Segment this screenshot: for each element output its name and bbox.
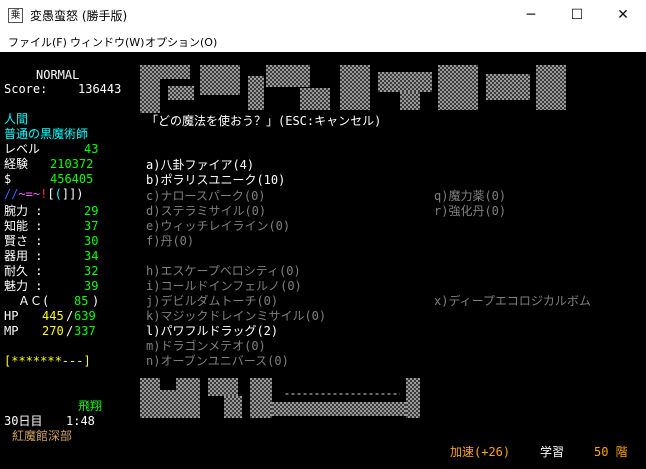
day-counter: 30日目 bbox=[4, 414, 43, 428]
class: 普通の黒魔術師 bbox=[4, 127, 89, 141]
mp-label: MP bbox=[4, 324, 19, 338]
spell-b[interactable]: b)ポラリスユニーク(10) bbox=[146, 173, 285, 187]
map-wall bbox=[300, 88, 330, 110]
game-terminal: NORMAL Score: 136443 人間 普通の黒魔術師 レベル 43 経… bbox=[0, 52, 646, 469]
game-time: 1:48 bbox=[66, 414, 95, 428]
map-wall bbox=[208, 378, 238, 396]
stat-label-dex: 器用 : bbox=[4, 249, 43, 263]
mp-max: 337 bbox=[74, 324, 96, 338]
menu-options[interactable]: オプション(O) bbox=[145, 34, 217, 50]
hp-max: 639 bbox=[74, 309, 96, 323]
difficulty: NORMAL bbox=[36, 68, 80, 82]
map-wall bbox=[340, 65, 370, 110]
spell-c[interactable]: c)ナロースパーク(0) bbox=[146, 189, 266, 203]
map-wall bbox=[140, 378, 160, 418]
stat-label-con: 耐久 : bbox=[4, 264, 43, 278]
exp-value: 210372 bbox=[50, 157, 94, 171]
stat-label-wis: 賢さ : bbox=[4, 234, 43, 248]
stat-label-str: 腕力 : bbox=[4, 204, 43, 218]
gold-label: $ bbox=[4, 172, 12, 186]
stat-value-wis: 30 bbox=[84, 234, 99, 248]
location-name: 紅魔館深部 bbox=[12, 429, 73, 443]
map-wall bbox=[168, 86, 194, 100]
map-wall bbox=[378, 72, 432, 92]
study-status: 学習 bbox=[540, 445, 565, 459]
spell-prompt: 「どの魔法を使おう？」(ESC:キャンセル) bbox=[146, 114, 382, 128]
spell-a[interactable]: a)八卦ファイア(4) bbox=[146, 158, 254, 172]
map-wall bbox=[438, 65, 478, 110]
map-wall bbox=[272, 402, 418, 416]
maximize-button[interactable]: ☐ bbox=[554, 0, 600, 30]
stat-label-chr: 魅力 : bbox=[4, 279, 43, 293]
map-wall bbox=[486, 74, 530, 100]
menu-bar: ファイル(F) ウィンドウ(W) オプション(O) bbox=[0, 30, 646, 52]
map-wall bbox=[160, 65, 190, 79]
map-wall bbox=[176, 378, 200, 418]
level-value: 43 bbox=[84, 142, 99, 156]
level-label: レベル bbox=[4, 142, 41, 156]
menu-file[interactable]: ファイル(F) bbox=[8, 34, 67, 50]
spell-k[interactable]: k)マジックドレインミサイル(0) bbox=[146, 309, 326, 323]
map-wall bbox=[406, 378, 420, 418]
stat-value-int: 37 bbox=[84, 219, 99, 233]
ac-label: ＡＣ( bbox=[18, 294, 50, 308]
flying-status: 飛翔 bbox=[78, 399, 103, 413]
depth-status: 50 階 bbox=[594, 445, 628, 459]
map-wall bbox=[536, 65, 566, 110]
map-wall bbox=[140, 65, 160, 113]
score-value: 136443 bbox=[78, 82, 122, 96]
map-wall bbox=[400, 92, 420, 110]
hp-label: HP bbox=[4, 309, 19, 323]
mp-current: 270 bbox=[42, 324, 64, 338]
spell-n[interactable]: n)オーブンユニバース(0) bbox=[146, 354, 289, 368]
stat-value-chr: 39 bbox=[84, 279, 99, 293]
hp-current: 445 bbox=[42, 309, 64, 323]
score-label: Score: bbox=[4, 82, 48, 96]
ac-value: 85 bbox=[74, 294, 89, 308]
stat-value-str: 29 bbox=[84, 204, 99, 218]
race: 人間 bbox=[4, 112, 29, 126]
map-wall bbox=[160, 390, 176, 418]
spell-x[interactable]: x)ディープエコロジカルボム bbox=[434, 294, 591, 308]
ac-close: ) bbox=[92, 294, 100, 308]
map-wall bbox=[266, 65, 310, 87]
minimize-button[interactable]: ─ bbox=[508, 0, 554, 30]
spell-r[interactable]: r)強化丹(0) bbox=[434, 204, 506, 218]
map-wall bbox=[224, 396, 242, 418]
map-floor bbox=[284, 393, 400, 395]
spell-m[interactable]: m)ドラゴンメテオ(0) bbox=[146, 339, 266, 353]
spell-h[interactable]: h)エスケープベロシティ(0) bbox=[146, 264, 301, 278]
stat-label-int: 知能 : bbox=[4, 219, 43, 233]
menu-window[interactable]: ウィンドウ(W) bbox=[70, 34, 144, 50]
spell-e[interactable]: e)ウィッチレイライン(0) bbox=[146, 219, 290, 233]
stat-value-con: 32 bbox=[84, 264, 99, 278]
map-wall bbox=[248, 76, 264, 110]
spell-l[interactable]: l)パワフルドラッグ(2) bbox=[146, 324, 278, 338]
app-icon: 乗 bbox=[8, 8, 23, 23]
map-wall bbox=[200, 65, 240, 95]
stat-value-dex: 34 bbox=[84, 249, 99, 263]
spell-j[interactable]: j)デビルダムトーチ(0) bbox=[146, 294, 278, 308]
exp-label: 経験 bbox=[4, 157, 29, 171]
equipment-chars: //~=~![(]]) bbox=[4, 187, 84, 201]
close-button[interactable]: ✕ bbox=[600, 0, 646, 30]
speed-status: 加速(+26) bbox=[450, 445, 511, 459]
map-wall bbox=[250, 378, 272, 418]
gold-value: 456405 bbox=[50, 172, 94, 186]
health-bar: [*******---] bbox=[4, 354, 91, 368]
spell-d[interactable]: d)ステラミサイル(0) bbox=[146, 204, 266, 218]
spell-f[interactable]: f)丹(0) bbox=[146, 234, 194, 248]
window-title: 変愚蛮怒 (勝手版) bbox=[30, 9, 128, 23]
title-bar: 乗 変愚蛮怒 (勝手版) ─ ☐ ✕ bbox=[0, 0, 646, 30]
spell-i[interactable]: i)コールドインフェルノ(0) bbox=[146, 279, 302, 293]
spell-q[interactable]: q)魔力薬(0) bbox=[434, 189, 506, 203]
